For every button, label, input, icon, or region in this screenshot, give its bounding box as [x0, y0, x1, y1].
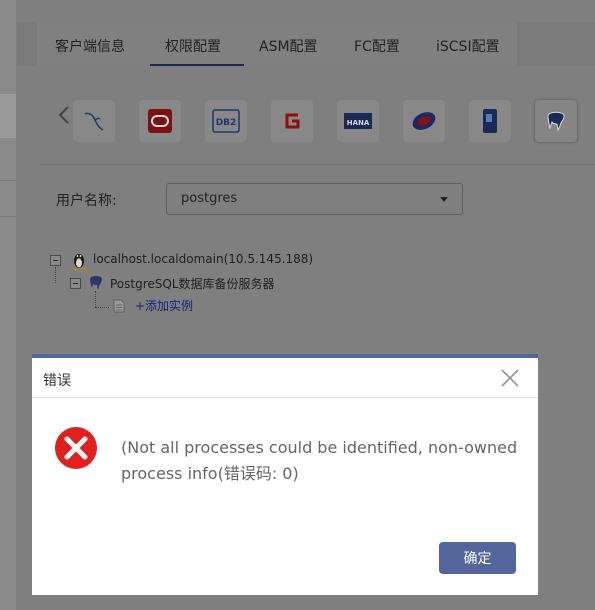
tree-host-label[interactable]: localhost.localdomain(10.5.145.188) [93, 252, 313, 266]
tree-line [95, 307, 109, 308]
sybase-icon[interactable] [403, 100, 445, 142]
tab-bar-inner: 客户端信息 权限配置 ASM配置 FC配置 iSCSI配置 [37, 22, 517, 66]
tab-iscsi-config[interactable]: iSCSI配置 [436, 36, 500, 56]
error-icon [55, 427, 97, 469]
tab-asm-config[interactable]: ASM配置 [259, 36, 318, 56]
sidebar-divider [0, 216, 16, 217]
oracle-icon[interactable] [139, 100, 181, 142]
close-icon[interactable] [500, 368, 520, 388]
sidebar-selected-row[interactable] [0, 94, 16, 138]
tab-fc-config[interactable]: FC配置 [354, 36, 400, 56]
collapse-toggle-icon[interactable] [50, 255, 61, 266]
postgresql-icon[interactable] [535, 100, 577, 142]
left-sidebar [0, 0, 16, 610]
informix-icon[interactable] [469, 100, 511, 142]
sidebar-divider [0, 180, 16, 181]
confirm-button[interactable]: 确定 [439, 542, 516, 574]
username-select-value: postgres [181, 191, 238, 206]
postgresql-node-icon [90, 276, 102, 290]
svg-text:HANA: HANA [347, 119, 370, 127]
chevron-left-icon[interactable] [58, 105, 70, 130]
collapse-toggle-icon[interactable] [70, 278, 81, 289]
caret-down-icon [440, 197, 448, 202]
gbase-icon[interactable] [271, 100, 313, 142]
tree-line [95, 291, 96, 307]
dialog-title: 错误 [43, 373, 71, 389]
dialog-message: (Not all processes could be identified, … [121, 438, 518, 483]
error-dialog: 错误 (Not all processes could be identifie… [32, 354, 538, 595]
tab-permission-config[interactable]: 权限配置 [165, 36, 221, 56]
db2-icon[interactable]: DB2 [205, 100, 247, 142]
username-select[interactable]: postgres [166, 183, 463, 215]
linux-icon [72, 254, 86, 270]
svg-text:DB2: DB2 [216, 118, 237, 128]
add-instance-link[interactable]: +添加实例 [135, 297, 193, 314]
tree-server-label[interactable]: PostgreSQL数据库备份服务器 [110, 275, 275, 292]
mysql-icon[interactable] [73, 100, 115, 142]
dialog-header: 错误 [32, 358, 538, 398]
username-label: 用户名称: [56, 193, 117, 209]
active-tab-indicator [150, 64, 244, 66]
document-icon [113, 299, 125, 313]
tab-bar: 客户端信息 权限配置 ASM配置 FC配置 iSCSI配置 [17, 22, 595, 66]
hana-icon[interactable]: HANA [337, 100, 379, 142]
tree-line [55, 267, 56, 283]
divider [40, 164, 595, 165]
tab-client-info[interactable]: 客户端信息 [55, 36, 125, 56]
